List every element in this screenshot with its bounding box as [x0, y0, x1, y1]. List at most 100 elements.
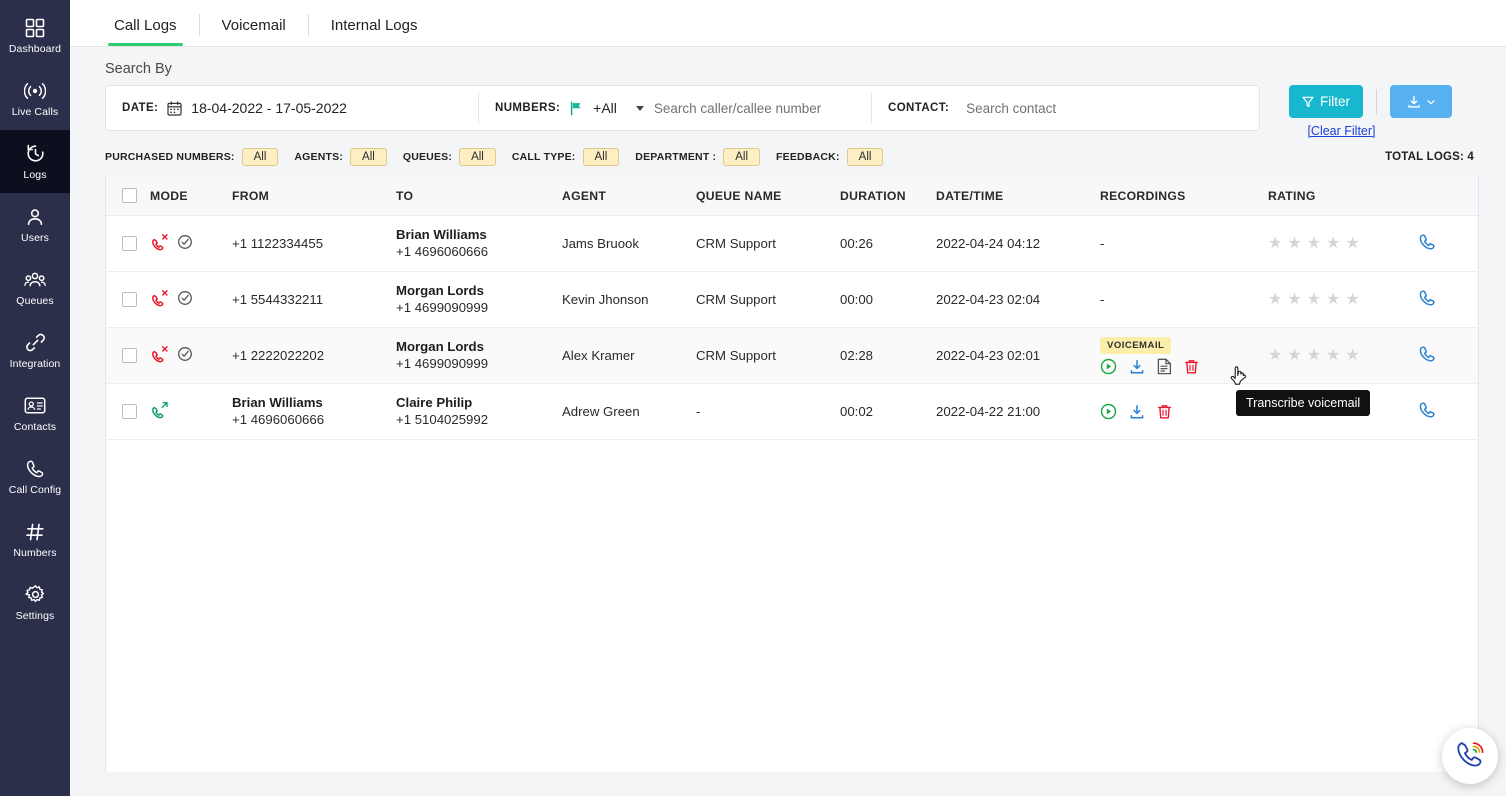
pill-label-purchased-numbers: PURCHASED NUMBERS:	[105, 151, 235, 163]
transcribe-icon[interactable]	[1157, 358, 1172, 375]
header-duration[interactable]: DURATION	[840, 175, 936, 216]
table-row[interactable]: +1 2222022202 Morgan Lords +1 4699090999…	[106, 328, 1478, 384]
filter-button[interactable]: Filter	[1289, 85, 1363, 118]
sidebar-item-numbers[interactable]: Numbers	[0, 508, 70, 571]
sidebar-item-live-calls[interactable]: Live Calls	[0, 67, 70, 130]
queue-cell: CRM Support	[696, 216, 840, 272]
star-3[interactable]: ★	[1307, 348, 1321, 364]
duration-cell: 02:28	[840, 328, 936, 384]
tab-internal-logs[interactable]: Internal Logs	[317, 17, 432, 46]
star-2[interactable]: ★	[1287, 292, 1301, 308]
table-row[interactable]: +1 1122334455 Brian Williams +1 46960606…	[106, 216, 1478, 272]
missed-call-icon	[150, 345, 169, 367]
pill-call-type[interactable]: All	[583, 148, 620, 166]
sidebar-item-queues[interactable]: Queues	[0, 256, 70, 319]
table-row[interactable]: +1 5544332211 Morgan Lords +1 4699090999…	[106, 272, 1478, 328]
header-to[interactable]: TO	[396, 175, 562, 216]
sidebar-item-integration[interactable]: Integration	[0, 319, 70, 382]
header-recordings[interactable]: RECORDINGS	[1100, 175, 1268, 216]
delete-icon[interactable]	[1157, 404, 1172, 420]
star-4[interactable]: ★	[1326, 236, 1340, 252]
sidebar-item-dashboard[interactable]: Dashboard	[0, 4, 70, 67]
row-checkbox[interactable]	[122, 292, 137, 307]
duration-cell: 00:02	[840, 384, 936, 440]
header-rating[interactable]: RATING	[1268, 175, 1418, 216]
chevron-down-icon[interactable]	[636, 106, 644, 111]
mode-cell	[150, 384, 232, 440]
star-2[interactable]: ★	[1287, 236, 1301, 252]
callback-phone-icon[interactable]	[1418, 345, 1436, 363]
pill-purchased-numbers[interactable]: All	[242, 148, 279, 166]
date-range-value: 18-04-2022 - 17-05-2022	[191, 100, 347, 116]
to-name: Morgan Lords	[396, 338, 562, 355]
to-name: Morgan Lords	[396, 282, 562, 299]
row-checkbox[interactable]	[122, 236, 137, 251]
rating-stars[interactable]: ★ ★ ★ ★ ★	[1268, 348, 1418, 364]
header-from[interactable]: FROM	[232, 175, 396, 216]
floating-call-button[interactable]	[1442, 728, 1498, 784]
sidebar-item-logs[interactable]: Logs	[0, 130, 70, 193]
search-by-title: Search By	[70, 47, 1506, 85]
to-number: +1 4699090999	[396, 299, 562, 317]
star-1[interactable]: ★	[1268, 348, 1282, 364]
numbers-value: +All	[593, 100, 617, 116]
sidebar-item-settings[interactable]: Settings	[0, 571, 70, 634]
sidebar-item-users[interactable]: Users	[0, 193, 70, 256]
recording-actions	[1100, 358, 1268, 375]
star-1[interactable]: ★	[1268, 292, 1282, 308]
header-agent[interactable]: AGENT	[562, 175, 696, 216]
download-icon[interactable]	[1129, 404, 1145, 420]
sidebar-item-call-config[interactable]: Call Config	[0, 445, 70, 508]
star-3[interactable]: ★	[1307, 292, 1321, 308]
export-button[interactable]	[1390, 85, 1452, 118]
header-queue-name[interactable]: QUEUE NAME	[696, 175, 840, 216]
star-1[interactable]: ★	[1268, 236, 1282, 252]
star-4[interactable]: ★	[1326, 348, 1340, 364]
sidebar-item-contacts[interactable]: Contacts	[0, 382, 70, 445]
play-icon[interactable]	[1100, 403, 1117, 420]
row-checkbox[interactable]	[122, 404, 137, 419]
star-5[interactable]: ★	[1345, 348, 1359, 364]
row-checkbox[interactable]	[122, 348, 137, 363]
pill-department[interactable]: All	[723, 148, 760, 166]
star-5[interactable]: ★	[1345, 236, 1359, 252]
star-3[interactable]: ★	[1307, 236, 1321, 252]
datetime-cell: 2022-04-22 21:00	[936, 384, 1100, 440]
tab-call-logs[interactable]: Call Logs	[100, 17, 191, 46]
pill-queues[interactable]: All	[459, 148, 496, 166]
play-icon[interactable]	[1100, 358, 1117, 375]
star-4[interactable]: ★	[1326, 292, 1340, 308]
rating-stars[interactable]: ★ ★ ★ ★ ★	[1268, 292, 1418, 308]
datetime-cell: 2022-04-23 02:04	[936, 272, 1100, 328]
clear-filter-link[interactable]: [Clear Filter]	[1307, 124, 1375, 138]
contact-search-input[interactable]: Search contact	[966, 101, 1056, 116]
header-datetime[interactable]: DATE/TIME	[936, 175, 1100, 216]
pill-feedback[interactable]: All	[847, 148, 884, 166]
queue-cell: CRM Support	[696, 272, 840, 328]
sidebar-item-label: Contacts	[14, 421, 56, 433]
callback-phone-icon[interactable]	[1418, 401, 1436, 419]
call-logs-table-panel: MODE FROM TO AGENT QUEUE NAME DURATION D…	[105, 175, 1479, 773]
tab-voicemail[interactable]: Voicemail	[208, 17, 300, 46]
contact-card-icon	[24, 395, 46, 417]
download-icon[interactable]	[1129, 359, 1145, 375]
callback-phone-icon[interactable]	[1418, 289, 1436, 307]
phone-icon	[24, 458, 46, 480]
numbers-search-input[interactable]: Search caller/callee number	[654, 101, 821, 116]
row-select-cell	[106, 384, 150, 440]
date-filter[interactable]: DATE: 18-04-2022 - 17-05-2022	[106, 86, 478, 130]
select-all-checkbox[interactable]	[122, 188, 137, 203]
header-mode[interactable]: MODE	[150, 175, 232, 216]
delete-icon[interactable]	[1184, 359, 1199, 375]
actions-cell	[1418, 216, 1478, 272]
actions-cell	[1418, 272, 1478, 328]
callback-phone-icon[interactable]	[1418, 233, 1436, 251]
chevron-down-icon	[1426, 97, 1436, 107]
contact-filter[interactable]: CONTACT: Search contact	[872, 86, 1259, 130]
pill-agents[interactable]: All	[350, 148, 387, 166]
missed-call-icon	[150, 289, 169, 311]
star-5[interactable]: ★	[1345, 292, 1359, 308]
star-2[interactable]: ★	[1287, 348, 1301, 364]
numbers-filter[interactable]: NUMBERS: +All Search caller/callee numbe…	[479, 86, 871, 130]
rating-stars[interactable]: ★ ★ ★ ★ ★	[1268, 236, 1418, 252]
